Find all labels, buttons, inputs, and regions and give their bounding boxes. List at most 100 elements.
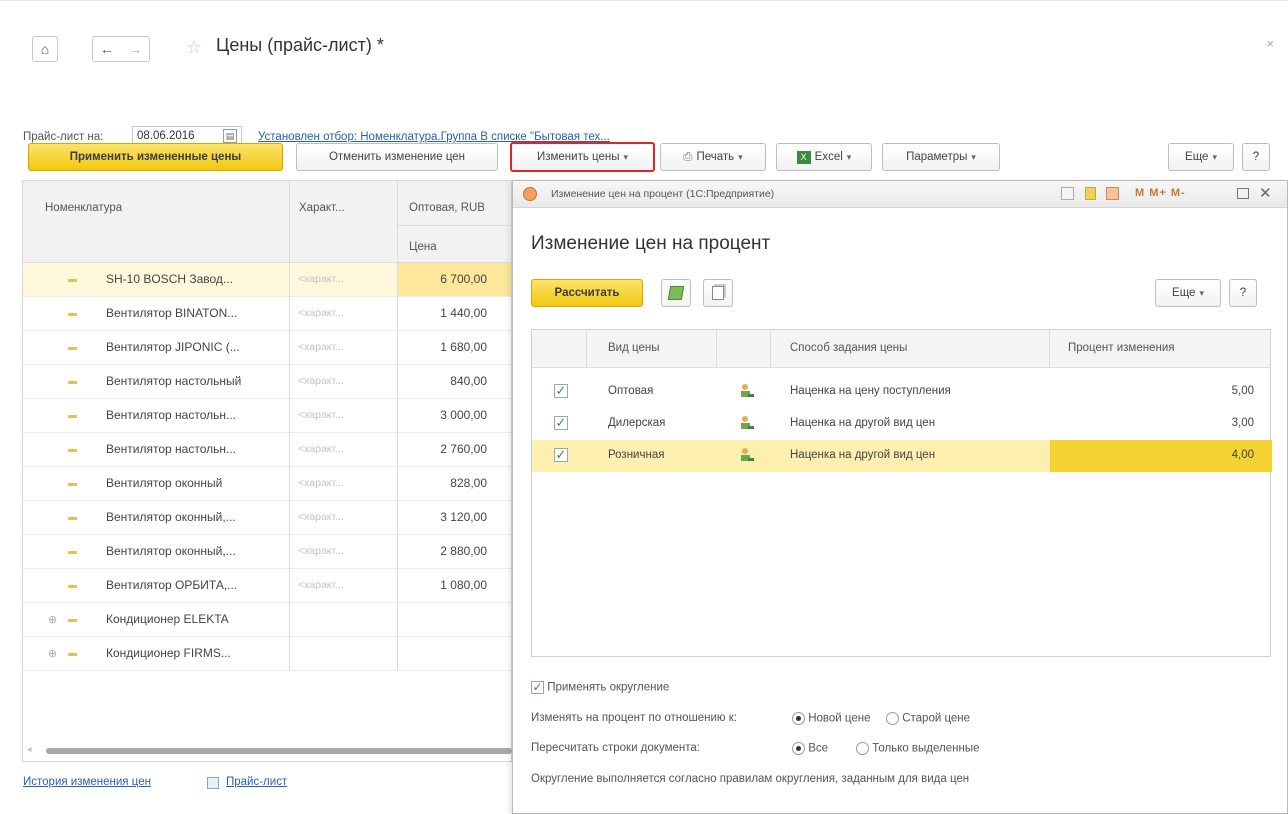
back-arrow-icon[interactable]: ←: [100, 41, 114, 57]
price-list-link[interactable]: Прайс-лист: [226, 776, 287, 788]
row-price[interactable]: 828,00: [399, 476, 487, 490]
header-price-type[interactable]: Вид цены: [608, 342, 659, 354]
row-percent[interactable]: 5,00: [1232, 385, 1254, 397]
maximize-icon[interactable]: [1237, 188, 1249, 199]
calculate-button[interactable]: Рассчитать: [531, 279, 643, 307]
item-icon: [68, 619, 77, 622]
table-row[interactable]: Вентилятор оконный,... <характ... 2 880,00: [23, 535, 511, 569]
header-price[interactable]: Цена: [409, 241, 437, 253]
price-type-row[interactable]: ✓ Розничная Наценка на другой вид цен 4,00: [532, 440, 1272, 472]
top-divider: [0, 0, 1288, 1]
document-icon: [207, 777, 219, 789]
row-price-type: Розничная: [608, 449, 665, 461]
row-price[interactable]: 1 440,00: [399, 306, 487, 320]
expand-icon[interactable]: ⊕: [48, 613, 57, 626]
recalc-all-option[interactable]: Все: [792, 742, 828, 755]
rounding-checkbox[interactable]: ✓: [531, 681, 544, 694]
row-price[interactable]: 6 700,00: [399, 272, 487, 286]
table-row[interactable]: Вентилятор настольный <характ... 840,00: [23, 365, 511, 399]
row-percent[interactable]: 3,00: [1232, 417, 1254, 429]
row-characteristic: <характ...: [298, 273, 344, 285]
row-percent[interactable]: 4,00: [1232, 449, 1254, 461]
parameters-button[interactable]: Параметры ▾: [882, 143, 1000, 171]
change-prices-dialog: Изменение цен на процент (1С:Предприятие…: [512, 180, 1288, 814]
more-label: Еще: [1185, 151, 1209, 163]
table-row[interactable]: SH-10 BOSCH Завод... <характ... 6 700,00: [23, 263, 511, 297]
table-row[interactable]: Вентилятор JIPONIC (... <характ... 1 680,0…: [23, 331, 511, 365]
notes-icon[interactable]: [1085, 187, 1096, 200]
price-type-row[interactable]: ✓ Дилерская Наценка на другой вид цен 3,00: [532, 408, 1270, 440]
history-nav[interactable]: ← →: [92, 36, 150, 62]
horizontal-scrollbar[interactable]: ◂: [22, 744, 512, 758]
table-row[interactable]: Вентилятор оконный,... <характ... 3 120,00: [23, 501, 511, 535]
memory-buttons[interactable]: M M+ M-: [1135, 187, 1186, 199]
header-percent[interactable]: Процент изменения: [1068, 342, 1174, 354]
row-checkbox[interactable]: ✓: [554, 416, 568, 430]
calendar-icon[interactable]: ▤: [223, 129, 237, 143]
header-nomenclature[interactable]: Номенклатура: [45, 202, 122, 214]
row-price[interactable]: 1 080,00: [399, 578, 487, 592]
apply-changed-prices-button[interactable]: Применить измененные цены: [28, 143, 283, 171]
table-row[interactable]: Вентилятор BINATON... <характ... 1 440,00: [23, 297, 511, 331]
table-row[interactable]: Вентилятор настольн... <характ... 3 000,00: [23, 399, 511, 433]
header-method[interactable]: Способ задания цены: [790, 342, 907, 354]
rounding-option[interactable]: ✓ Применять округление: [531, 681, 669, 694]
row-price[interactable]: 3 120,00: [399, 510, 487, 524]
item-icon: [68, 347, 77, 350]
check-all-button[interactable]: [661, 279, 691, 307]
row-price[interactable]: 2 880,00: [399, 544, 487, 558]
column-divider: [716, 330, 717, 368]
home-button[interactable]: ⌂: [32, 36, 58, 62]
row-checkbox[interactable]: ✓: [554, 448, 568, 462]
recalc-selected-radio[interactable]: [856, 742, 869, 755]
table-row[interactable]: ⊕ Кондиционер FIRMS...: [23, 637, 511, 671]
recalc-all-radio[interactable]: [792, 742, 805, 755]
help-button[interactable]: ?: [1242, 143, 1270, 171]
table-row[interactable]: Вентилятор оконный <характ... 828,00: [23, 467, 511, 501]
row-checkbox[interactable]: ✓: [554, 384, 568, 398]
price-type-row[interactable]: ✓ Оптовая Наценка на цену поступления 5,00: [532, 376, 1270, 408]
favorite-star-icon[interactable]: ☆: [186, 37, 202, 58]
uncheck-all-icon: [712, 286, 724, 300]
cancel-price-change-button[interactable]: Отменить изменение цен: [296, 143, 498, 171]
print-button[interactable]: ⎙ Печать ▾: [660, 143, 766, 171]
table-row[interactable]: ⊕ Кондиционер ELEKTA: [23, 603, 511, 637]
relative-new-radio[interactable]: [792, 712, 805, 725]
table-row[interactable]: Вентилятор ОРБИТА,... <характ... 1 080,00: [23, 569, 511, 603]
more-button[interactable]: Еще ▾: [1168, 143, 1234, 171]
row-price[interactable]: 3 000,00: [399, 408, 487, 422]
table-row[interactable]: Вентилятор настольн... <характ... 2 760,00: [23, 433, 511, 467]
recalc-selected-option[interactable]: Только выделенные: [856, 742, 980, 755]
relative-new-option[interactable]: Новой цене: [792, 712, 871, 725]
forward-arrow-icon[interactable]: →: [128, 41, 142, 57]
row-characteristic: <характ...: [298, 443, 344, 455]
close-icon[interactable]: ✕: [1259, 184, 1272, 202]
excel-button[interactable]: X Excel ▾: [776, 143, 872, 171]
dialog-window-title: Изменение цен на процент (1С:Предприятие…: [551, 188, 775, 200]
calendar-icon[interactable]: [1106, 187, 1119, 200]
row-price[interactable]: 840,00: [399, 374, 487, 388]
price-history-link[interactable]: История изменения цен: [23, 776, 151, 788]
expand-icon[interactable]: ⊕: [48, 647, 57, 660]
change-prices-button[interactable]: Изменить цены ▾: [510, 142, 655, 172]
price-list-table[interactable]: Номенклатура Характ... Оптовая, RUB Цена…: [22, 180, 512, 762]
uncheck-all-button[interactable]: [703, 279, 733, 307]
recalc-selected-label: Только выделенные: [872, 742, 980, 755]
relative-old-option[interactable]: Старой цене: [886, 712, 970, 725]
header-wholesale[interactable]: Оптовая, RUB: [409, 202, 485, 214]
dialog-help-button[interactable]: ?: [1229, 279, 1257, 307]
link-icon[interactable]: [1061, 187, 1074, 200]
change-prices-label: Изменить цены: [536, 151, 620, 163]
row-price[interactable]: 1 680,00: [399, 340, 487, 354]
price-types-table[interactable]: Вид цены Способ задания цены Процент изм…: [531, 329, 1272, 657]
relative-old-radio[interactable]: [886, 712, 899, 725]
date-value: 08.06.2016: [137, 130, 195, 142]
dialog-more-button[interactable]: Еще ▾: [1155, 279, 1221, 307]
scrollbar-thumb[interactable]: [46, 748, 512, 754]
excel-label: Excel: [814, 151, 843, 163]
header-characteristic[interactable]: Характ...: [299, 202, 345, 214]
close-icon[interactable]: ×: [1266, 36, 1274, 51]
row-price[interactable]: 2 760,00: [399, 442, 487, 456]
scroll-left-icon[interactable]: ◂: [27, 744, 32, 755]
relative-to-label: Изменять на процент по отношению к:: [531, 712, 737, 724]
